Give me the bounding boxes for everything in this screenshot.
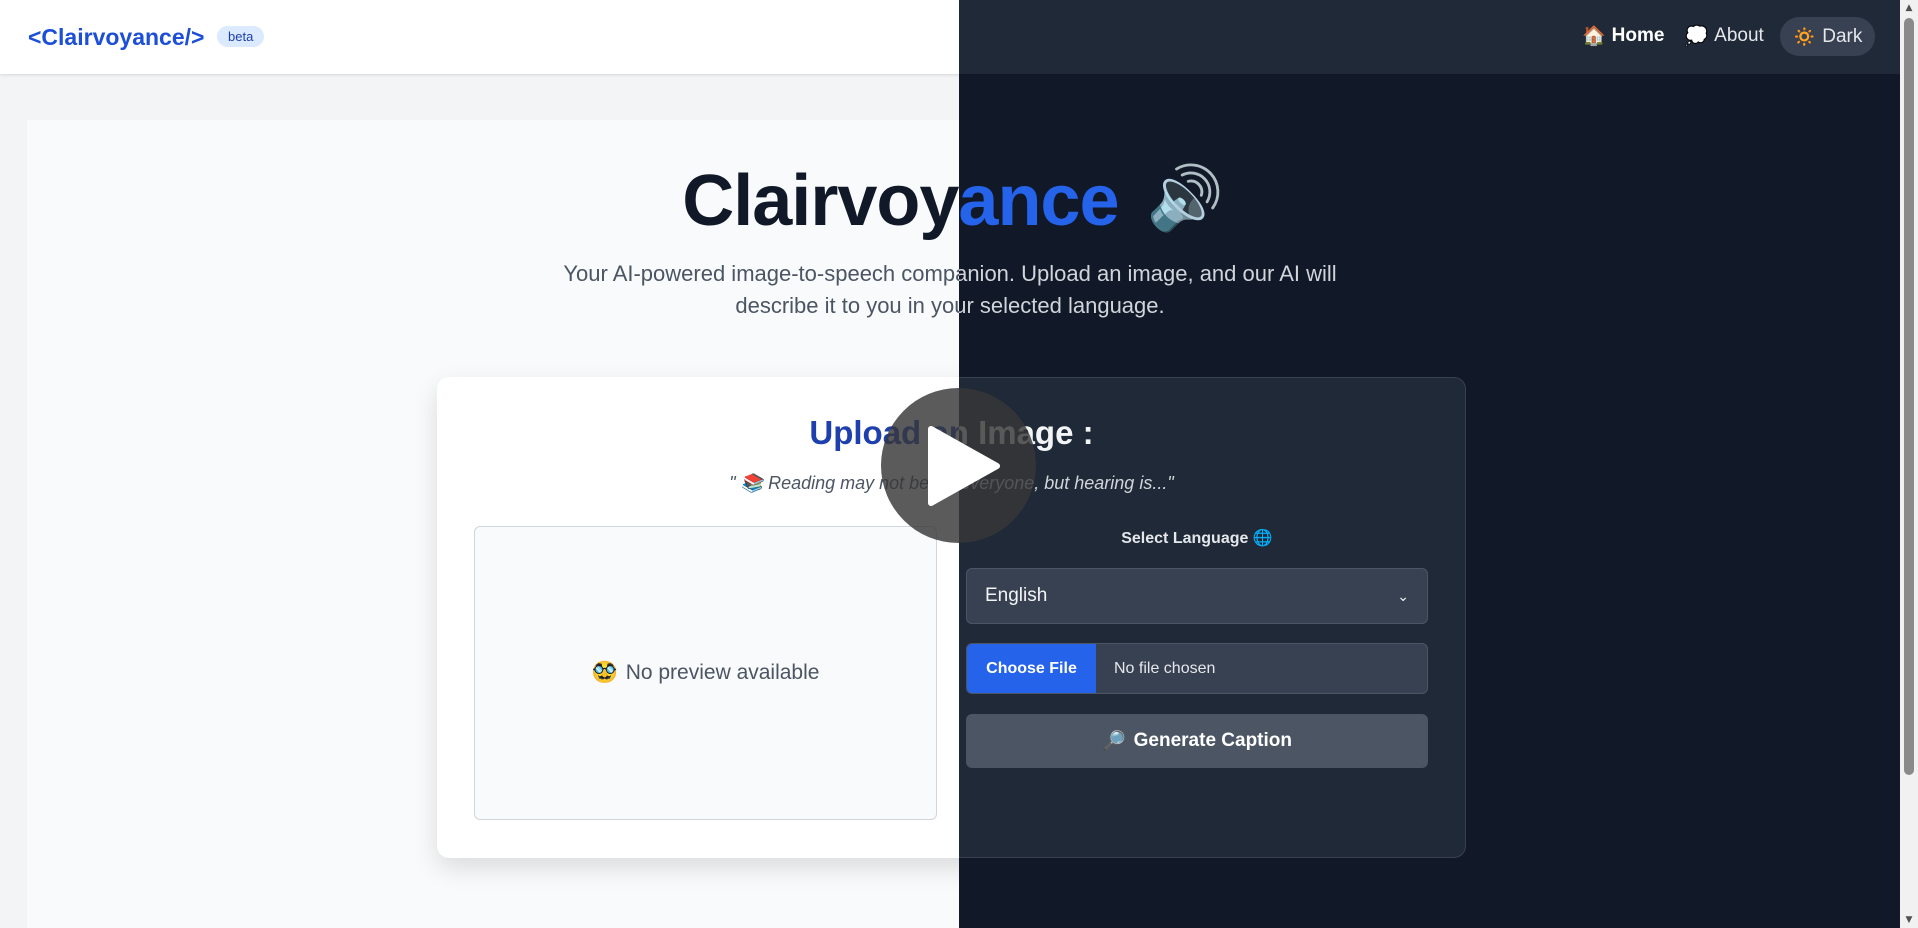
navbar: <Clairvoyance/> beta 🏠 Home 💭 About 🔅 Da… [0, 0, 959, 74]
choose-file-button[interactable]: Choose File [967, 644, 1096, 693]
home-icon: 🏠 [1582, 26, 1606, 47]
page-scrollbar[interactable]: ▲ ▼ [1900, 0, 1918, 928]
thought-bubble-icon: 💭 [1684, 26, 1709, 47]
hero-subtitle: Your AI-powered image-to-speech companio… [959, 261, 1337, 318]
light-theme-half: <Clairvoyance/> beta 🏠 Home 💭 About 🔅 Da… [0, 0, 959, 928]
brand-logo[interactable]: <Clairvoyance/> [28, 24, 204, 51]
preview-placeholder-text: No preview available [625, 661, 820, 684]
hero-title-text: Clairvoyance [682, 161, 959, 241]
video-play-button[interactable] [881, 388, 1036, 543]
beta-badge: beta [217, 26, 265, 47]
play-icon [927, 425, 1000, 506]
upload-quote: " 📚 Reading may not be for everyone, but… [729, 473, 959, 493]
hero-title: Clairvoyance 🔊 [959, 160, 1905, 242]
language-label: Select Language 🌐 [1121, 530, 1273, 547]
chevron-down-icon: ⌄ [1397, 587, 1409, 604]
nav-about-label: About [1714, 25, 1764, 46]
hero-title-text: Clairvoyance [959, 161, 1120, 241]
language-select[interactable]: English ⌄ [966, 568, 1428, 624]
nav-home-link[interactable]: 🏠 Home [1582, 24, 1664, 48]
theme-toggle-label: Dark [1822, 25, 1863, 47]
scroll-up-arrow-icon[interactable]: ▲ [1900, 0, 1918, 16]
image-preview-area[interactable]: 🥸 No preview available [474, 526, 937, 820]
magnifier-icon: 🔎 [1101, 731, 1126, 752]
upload-card-title: Upload an Image : [809, 414, 959, 451]
nav-about-link[interactable]: 💭 About [1684, 24, 1763, 48]
hero-title: Clairvoyance🔊 [0, 160, 959, 242]
file-input[interactable]: Choose File No file chosen [966, 643, 1428, 694]
scrollbar-thumb[interactable] [1904, 18, 1914, 775]
scroll-down-arrow-icon[interactable]: ▼ [1900, 912, 1918, 928]
generate-caption-button[interactable]: 🔎 Generate Caption [966, 714, 1428, 768]
page-dark: <Clairvoyance/> beta 🏠 Home 💭 About 🔅 Da… [959, 0, 1918, 928]
generate-caption-label: Generate Caption [1133, 730, 1293, 751]
navbar: <Clairvoyance/> beta 🏠 Home 💭 About 🔅 Da… [959, 0, 1900, 74]
language-selected-value: English [985, 585, 1048, 606]
upload-card-title: Upload an Image : [959, 414, 1094, 451]
hero-subtitle: Your AI-powered image-to-speech companio… [563, 261, 959, 318]
speaker-icon: 🔊 [1146, 164, 1224, 233]
sun-icon: 🔅 [1792, 26, 1817, 48]
disguise-face-icon: 🥸 [591, 661, 618, 684]
nav-home-label: Home [1611, 25, 1665, 46]
theme-toggle-button[interactable]: 🔅 Dark [1780, 17, 1875, 56]
dark-theme-half: <Clairvoyance/> beta 🏠 Home 💭 About 🔅 Da… [959, 0, 1918, 928]
nav-links: 🏠 Home 💭 About [1582, 24, 1784, 48]
file-status-text: No file chosen [1114, 659, 1216, 677]
page-light: <Clairvoyance/> beta 🏠 Home 💭 About 🔅 Da… [0, 0, 959, 928]
